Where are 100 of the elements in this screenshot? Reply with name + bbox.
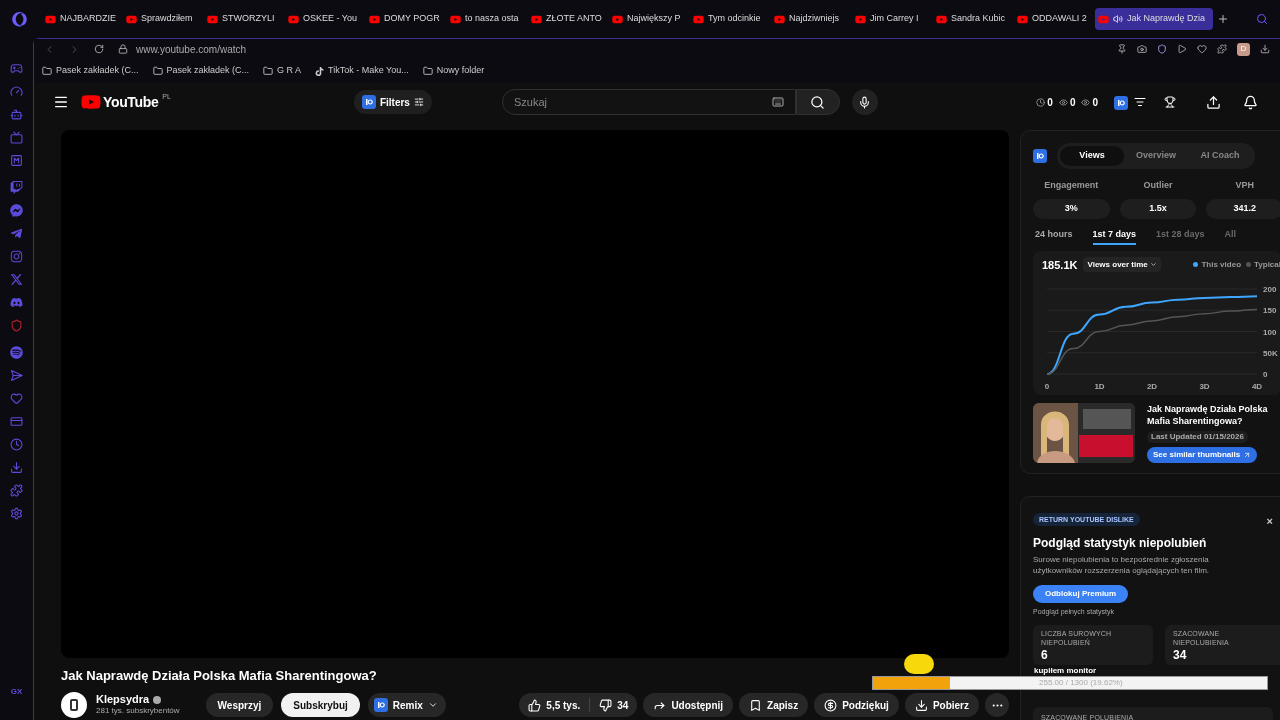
heart-icon[interactable] (10, 392, 23, 405)
metric-dropdown[interactable]: Views over time (1083, 257, 1161, 273)
browser-tab[interactable]: ODDAWALI 2 (1014, 8, 1094, 30)
telegram-icon[interactable] (10, 227, 23, 240)
lock-icon (118, 44, 128, 54)
search-icon[interactable] (1256, 13, 1268, 25)
external-arrow-icon (1243, 451, 1252, 459)
clock-icon[interactable] (10, 438, 23, 451)
similar-thumbnails-button[interactable]: See similar thumbnails (1147, 447, 1258, 463)
bookmark[interactable]: TikTok - Make You... (315, 64, 409, 78)
extensions-icon[interactable] (1217, 44, 1227, 54)
browser-tab[interactable]: STWORZYLI (204, 8, 284, 30)
download-icon[interactable] (1260, 44, 1270, 54)
save-button[interactable]: Zapisz (739, 693, 809, 718)
remix-button[interactable]: Remix (367, 693, 446, 718)
subscriber-count: 281 tys. subskrybentów (96, 705, 180, 717)
snapshot-icon[interactable] (1137, 44, 1147, 54)
speedometer-icon[interactable] (10, 85, 23, 98)
support-button[interactable]: Wesprzyj (205, 693, 274, 718)
youtube-icon (369, 13, 380, 25)
panel-tab[interactable]: Overview (1124, 146, 1188, 166)
browser-tab[interactable]: Największy P (609, 8, 689, 30)
browser-tab[interactable]: Jak Naprawdę Dzia (1095, 8, 1213, 30)
browser-tab[interactable]: ZŁOTE ANTO (528, 8, 608, 30)
download-button[interactable]: Pobierz (904, 693, 979, 718)
card-icon[interactable] (10, 415, 23, 428)
youtube-icon (612, 13, 623, 25)
youtube-icon (855, 13, 866, 25)
period-tab[interactable]: 24 hours (1035, 226, 1073, 245)
shield-icon[interactable] (10, 319, 23, 332)
stat-value: 1.5x (1119, 198, 1197, 219)
search-button[interactable] (795, 89, 840, 115)
discord-icon[interactable] (10, 296, 23, 309)
browser-tab[interactable]: Tym odcinkie (690, 8, 770, 30)
browser-tab[interactable]: to nasza osta (447, 8, 527, 30)
instagram-icon[interactable] (10, 250, 23, 263)
stat-label: Outlier (1143, 179, 1173, 192)
video-title: Jak Naprawdę Działa Polska Mafia Sharentingowa? (61, 668, 377, 685)
upload-icon[interactable] (1206, 94, 1221, 110)
bookmark[interactable]: Nowy folder (422, 64, 485, 78)
menu-icon[interactable] (53, 94, 69, 110)
panel-description: Surowe niepolubienia to bezpośrednie zgłoszenia użytkowników rozszerzenia oglądających ten film. (1033, 554, 1211, 576)
puzzle-icon[interactable] (10, 484, 23, 497)
counter: 0 (1092, 95, 1098, 110)
tv-icon[interactable] (10, 131, 23, 144)
browser-tab[interactable]: NAJBARDZIE (42, 8, 122, 30)
filters-button[interactable]: Filters (353, 90, 432, 114)
trophy-icon[interactable] (1164, 96, 1176, 108)
microphone-icon (858, 95, 872, 109)
download-icon[interactable] (10, 461, 23, 474)
browser-tab[interactable]: OSKEE - You (285, 8, 365, 30)
address-field[interactable]: www.youtube.com/watch (136, 41, 247, 57)
more-button[interactable] (985, 693, 1009, 718)
spotify-icon[interactable] (10, 346, 23, 359)
robot-icon[interactable] (10, 108, 23, 121)
m-square-icon[interactable] (10, 154, 23, 167)
keyboard-icon[interactable] (771, 96, 784, 108)
browser-tab[interactable]: Jim Carrey I (852, 8, 932, 30)
panel-tab[interactable]: AI Coach (1188, 146, 1252, 166)
settings-icon[interactable] (10, 507, 23, 520)
browser-tab[interactable]: Sandra Kubic (933, 8, 1013, 30)
heart-icon[interactable] (1197, 44, 1207, 54)
like-button[interactable]: 5,5 tys. (519, 697, 590, 713)
channel-name[interactable]: Klepsydra (96, 694, 150, 706)
voice-search-button[interactable] (851, 89, 878, 115)
browser-tab[interactable]: Najdziwniejs (771, 8, 851, 30)
thumbs-up-icon (528, 698, 542, 712)
thanks-button[interactable]: Podziękuj (814, 693, 899, 718)
dislike-button[interactable]: 34 (590, 697, 638, 713)
browser-tab[interactable]: DOMY POGR (366, 8, 446, 30)
search-field[interactable]: Szukaj (501, 89, 796, 115)
bookmark[interactable]: Pasek zakładek (C... (152, 64, 250, 78)
x-tick-label: 2D (1146, 382, 1158, 391)
bookmark[interactable]: G R A (263, 64, 302, 78)
shield-icon[interactable] (1157, 44, 1167, 54)
panel-tab[interactable]: Views (1060, 146, 1124, 166)
messenger-icon[interactable] (10, 204, 23, 217)
share-button[interactable]: Udostępnij (643, 693, 734, 718)
send-icon[interactable] (10, 369, 23, 382)
y-tick-label: 200 (1263, 285, 1277, 294)
list-icon[interactable] (1134, 96, 1146, 108)
premium-button[interactable]: Odblokuj Premium (1033, 585, 1129, 603)
stat-value: 3% (1033, 198, 1110, 219)
pin-icon[interactable] (1117, 44, 1127, 54)
x-icon[interactable] (10, 273, 23, 286)
twitch-icon[interactable] (10, 181, 23, 194)
subscribe-button[interactable]: Subskrybuj (281, 693, 360, 718)
channel-avatar[interactable] (61, 692, 87, 719)
vr-headset-icon[interactable] (10, 62, 23, 75)
notifications-icon[interactable] (1243, 94, 1258, 110)
close-button[interactable]: × (1266, 513, 1273, 530)
reload-icon[interactable] (94, 44, 104, 54)
new-tab-icon[interactable] (1217, 13, 1229, 25)
browser-tab[interactable]: Sprawdziłem (123, 8, 203, 30)
bookmark[interactable]: Pasek zakładek (C... (42, 64, 139, 78)
youtube-icon (936, 13, 947, 25)
stat-label: VPH (1235, 179, 1254, 192)
play-icon[interactable] (1177, 44, 1187, 54)
speaker-icon (1113, 14, 1123, 24)
period-tab[interactable]: 1st 7 days (1092, 226, 1137, 245)
